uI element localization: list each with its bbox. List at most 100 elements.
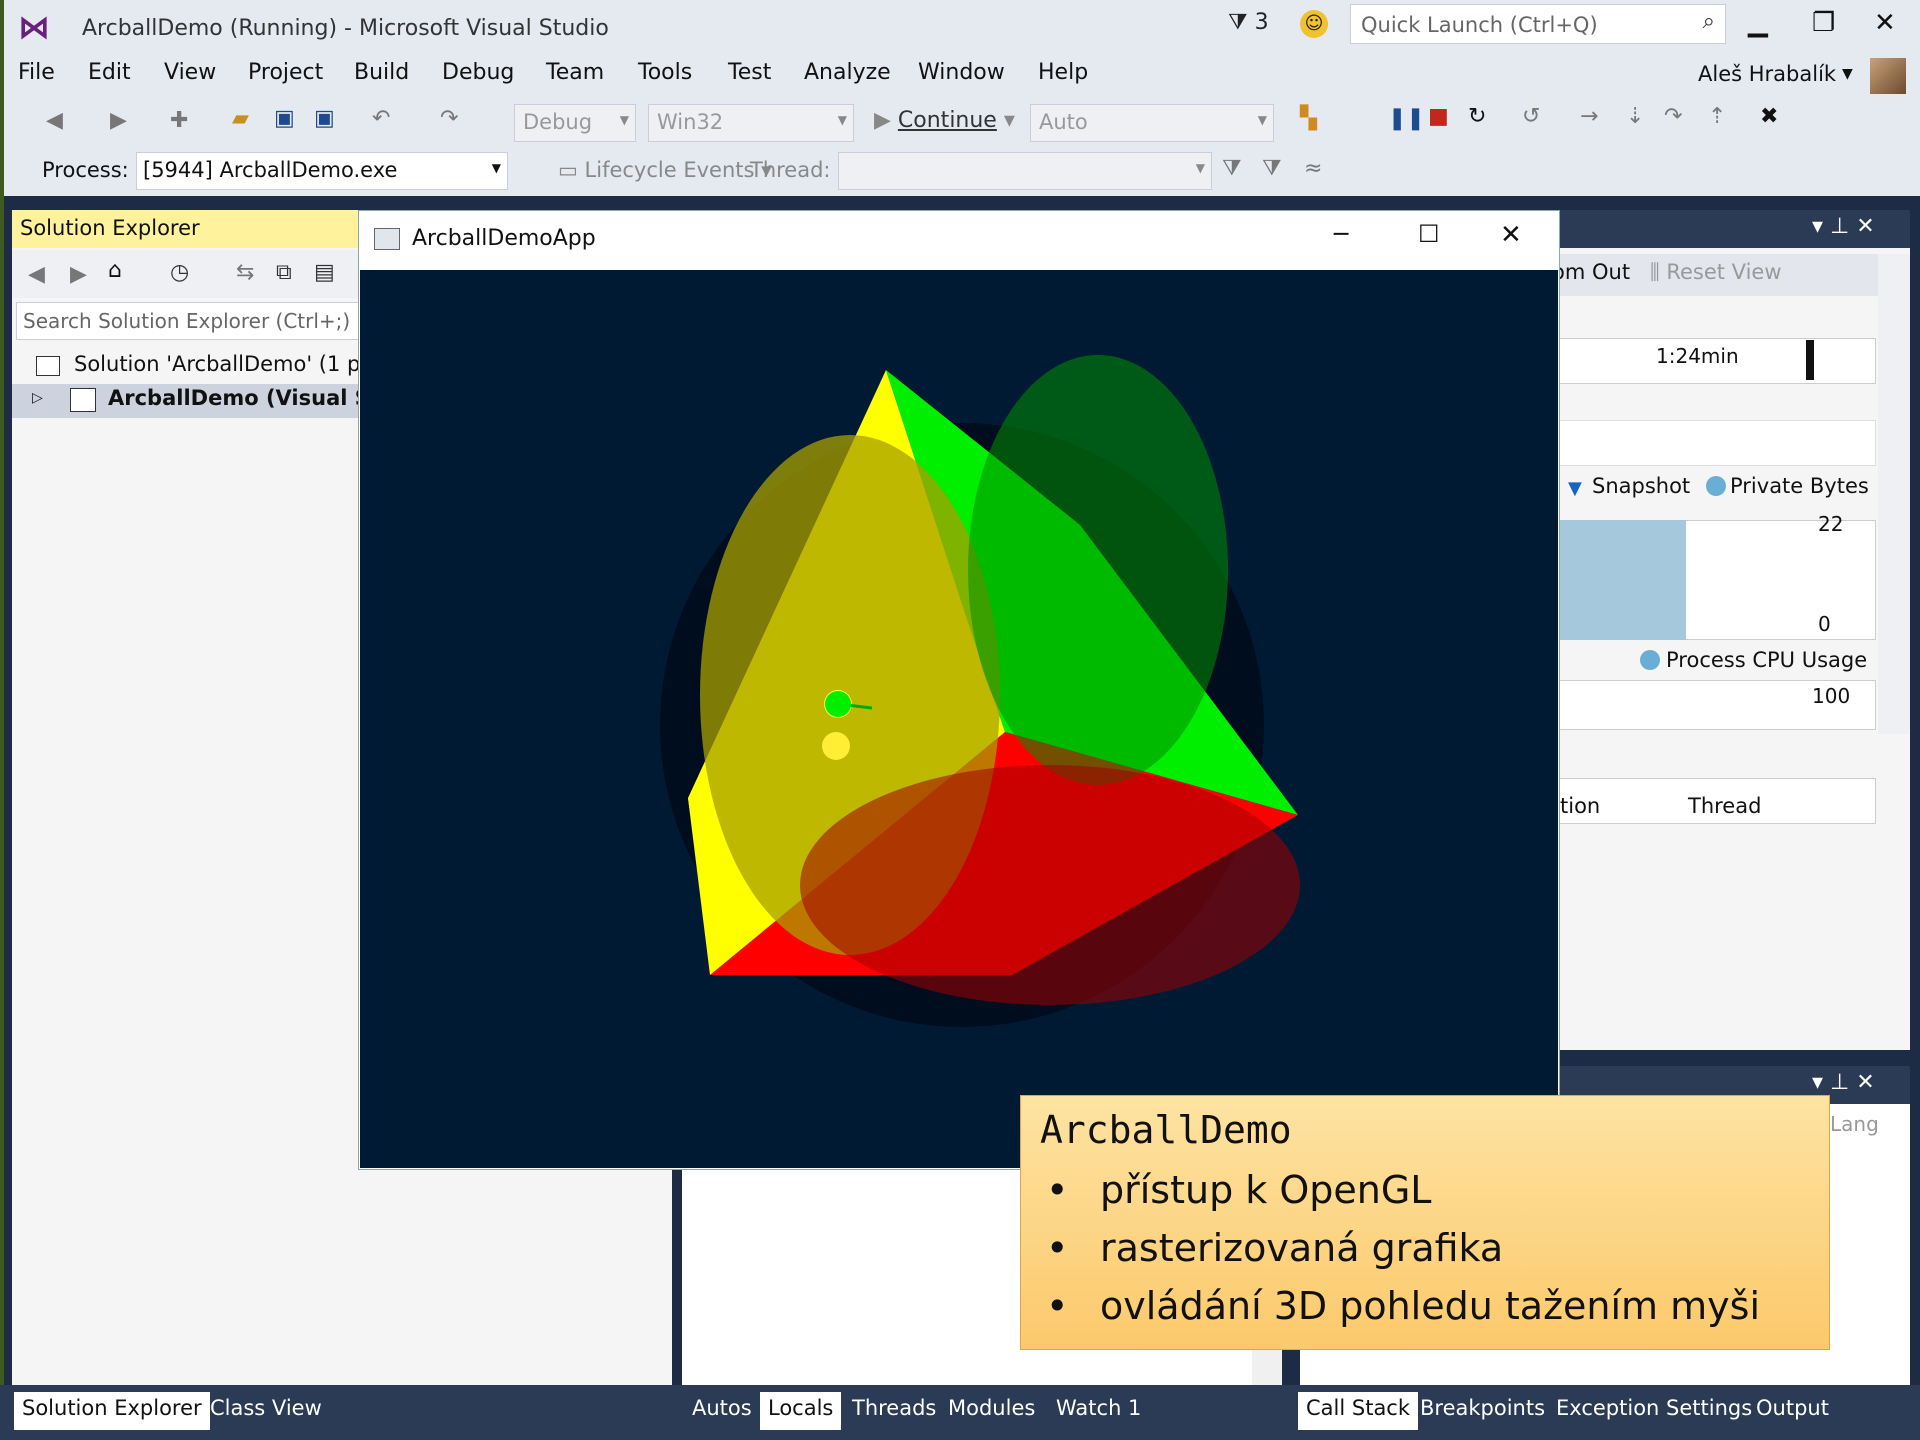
configuration-dropdown[interactable]: Debug ▼ bbox=[514, 104, 636, 142]
redo-icon[interactable]: ↷ bbox=[440, 106, 458, 131]
notifications-flag-icon[interactable]: ⧩ 3 bbox=[1228, 10, 1269, 35]
hot-reload-icon[interactable]: ↺ bbox=[1522, 104, 1540, 129]
thread-dropdown[interactable]: ▼ bbox=[838, 152, 1212, 190]
timeline-marker[interactable] bbox=[1806, 340, 1814, 380]
bullet-icon: • bbox=[1046, 1168, 1069, 1212]
expand-arrow-icon[interactable]: ▷ bbox=[32, 390, 43, 406]
menu-window[interactable]: Window bbox=[918, 60, 1005, 85]
tab-breakpoints[interactable]: Breakpoints bbox=[1412, 1392, 1553, 1430]
process-label: Process: bbox=[42, 158, 129, 182]
snapshot-legend: Snapshot bbox=[1592, 474, 1691, 498]
tab-output[interactable]: Output bbox=[1748, 1392, 1837, 1430]
target-value: Auto bbox=[1039, 110, 1088, 134]
pause-icon[interactable]: ❚❚ bbox=[1388, 106, 1425, 131]
menu-project[interactable]: Project bbox=[248, 60, 323, 85]
lifecycle-events-button[interactable]: ▭ Lifecycle Events ▾ bbox=[558, 158, 772, 182]
home-icon[interactable]: ⌂ bbox=[108, 258, 122, 283]
opengl-canvas[interactable] bbox=[360, 270, 1558, 1168]
back-icon[interactable]: ◀ bbox=[28, 262, 45, 287]
window-frame bbox=[0, 0, 4, 1440]
tree-item-solution[interactable]: Solution 'ArcballDemo' (1 pr bbox=[74, 352, 369, 376]
show-all-files-icon[interactable]: ▤ bbox=[314, 260, 335, 285]
memory-axis-max: 22 bbox=[1818, 512, 1844, 536]
menu-edit[interactable]: Edit bbox=[88, 60, 131, 85]
save-icon[interactable]: ▣ bbox=[274, 106, 295, 131]
avatar[interactable] bbox=[1870, 58, 1906, 94]
zoom-out-button[interactable]: om Out bbox=[1552, 260, 1630, 284]
tab-class-view[interactable]: Class View bbox=[202, 1392, 330, 1430]
close-button[interactable]: ✕ bbox=[1874, 8, 1896, 38]
minimize-button[interactable]: ▁ bbox=[1748, 8, 1768, 38]
show-threads-icon[interactable]: ≈ bbox=[1304, 156, 1322, 181]
back-icon[interactable]: ◀ bbox=[46, 108, 63, 133]
tab-call-stack[interactable]: Call Stack bbox=[1298, 1392, 1419, 1430]
chevron-down-icon: ▼ bbox=[837, 113, 847, 127]
column-header-description[interactable]: tion bbox=[1560, 794, 1600, 818]
undo-icon[interactable]: ↶ bbox=[372, 106, 390, 131]
feedback-smiley-icon[interactable]: ☺ bbox=[1300, 10, 1328, 38]
attach-icon[interactable]: ▚ bbox=[1300, 106, 1317, 131]
platform-dropdown[interactable]: Win32 ▼ bbox=[648, 104, 854, 142]
save-all-icon[interactable]: ▣ bbox=[314, 106, 335, 131]
quick-launch-input[interactable]: Quick Launch (Ctrl+Q) ⌕ bbox=[1350, 4, 1726, 44]
tab-threads[interactable]: Threads bbox=[844, 1392, 944, 1430]
tab-modules[interactable]: Modules bbox=[940, 1392, 1043, 1430]
app-close-button[interactable]: ✕ bbox=[1500, 220, 1522, 250]
restart-icon[interactable]: ↻ bbox=[1468, 104, 1486, 129]
collapse-all-icon[interactable]: ⧉ bbox=[276, 260, 292, 285]
overlay-disc-green bbox=[968, 355, 1228, 785]
panel-pin-close-icons[interactable]: ▾ ⊥ ✕ bbox=[1812, 214, 1875, 239]
app-minimize-button[interactable]: ─ bbox=[1334, 220, 1348, 248]
process-dropdown[interactable]: [5944] ArcballDemo.exe ▼ bbox=[136, 152, 508, 190]
tree-item-project[interactable]: ArcballDemo (Visual Stu bbox=[108, 386, 395, 410]
tab-locals[interactable]: Locals bbox=[760, 1392, 842, 1430]
scrollbar[interactable] bbox=[1878, 254, 1910, 734]
chevron-down-icon: ▼ bbox=[1257, 113, 1267, 127]
app-icon bbox=[374, 228, 400, 250]
open-folder-icon[interactable]: ▰ bbox=[232, 106, 249, 131]
restore-button[interactable]: ❐ bbox=[1812, 8, 1835, 38]
breakpoints-icon[interactable]: ✖ bbox=[1760, 104, 1778, 129]
menu-analyze[interactable]: Analyze bbox=[804, 60, 891, 85]
tab-watch-1[interactable]: Watch 1 bbox=[1048, 1392, 1149, 1430]
menu-build[interactable]: Build bbox=[354, 60, 409, 85]
panel-pin-close-icons[interactable]: ▾ ⊥ ✕ bbox=[1812, 1070, 1875, 1095]
chevron-down-icon[interactable]: ▼ bbox=[1842, 66, 1853, 82]
solution-search-placeholder: Search Solution Explorer (Ctrl+;) bbox=[23, 309, 351, 333]
app-maximize-button[interactable]: ☐ bbox=[1418, 220, 1440, 248]
step-over-icon[interactable]: ↷ bbox=[1664, 104, 1682, 129]
thread-label: Thread: bbox=[750, 158, 831, 182]
reset-view-button[interactable]: ⫼ Reset View bbox=[1650, 260, 1782, 285]
menu-help[interactable]: Help bbox=[1038, 60, 1088, 85]
show-next-statement-icon[interactable]: → bbox=[1580, 104, 1598, 129]
callout-title: ArcballDemo bbox=[1040, 1108, 1292, 1152]
menu-file[interactable]: File bbox=[18, 60, 55, 85]
stop-icon[interactable]: ■ bbox=[1428, 104, 1449, 129]
continue-button[interactable]: ▶ Continue ▾ bbox=[874, 108, 1015, 133]
step-into-icon[interactable]: ⇣ bbox=[1626, 104, 1644, 129]
filter-icon[interactable]: ⧩ bbox=[1222, 156, 1242, 181]
forward-icon[interactable]: ▶ bbox=[110, 108, 127, 133]
step-out-icon[interactable]: ⇡ bbox=[1708, 104, 1726, 129]
menu-view[interactable]: View bbox=[164, 60, 216, 85]
menu-team[interactable]: Team bbox=[546, 60, 604, 85]
forward-icon[interactable]: ▶ bbox=[70, 262, 87, 287]
menu-debug[interactable]: Debug bbox=[442, 60, 514, 85]
target-dropdown[interactable]: Auto ▼ bbox=[1030, 104, 1274, 142]
arcball-end-point bbox=[822, 732, 850, 760]
user-name[interactable]: Aleš Hrabalík bbox=[1698, 62, 1836, 86]
tab-exception-settings[interactable]: Exception Settings bbox=[1548, 1392, 1760, 1430]
column-header-thread[interactable]: Thread bbox=[1688, 794, 1761, 818]
configuration-value: Debug bbox=[523, 110, 593, 134]
sync-icon[interactable]: ⇆ bbox=[236, 260, 254, 285]
overlay-disc-red bbox=[800, 765, 1300, 1005]
column-header-language[interactable]: Lang bbox=[1830, 1112, 1879, 1136]
reset-view-label: Reset View bbox=[1666, 260, 1782, 284]
flag-threads-icon[interactable]: ⧩ bbox=[1262, 156, 1282, 181]
pending-changes-icon[interactable]: ◷ bbox=[170, 260, 189, 285]
new-project-icon[interactable]: ✚ bbox=[170, 108, 188, 133]
menu-test[interactable]: Test bbox=[728, 60, 771, 85]
menu-tools[interactable]: Tools bbox=[638, 60, 692, 85]
tab-autos[interactable]: Autos bbox=[684, 1392, 760, 1430]
tab-solution-explorer[interactable]: Solution Explorer bbox=[14, 1392, 210, 1430]
